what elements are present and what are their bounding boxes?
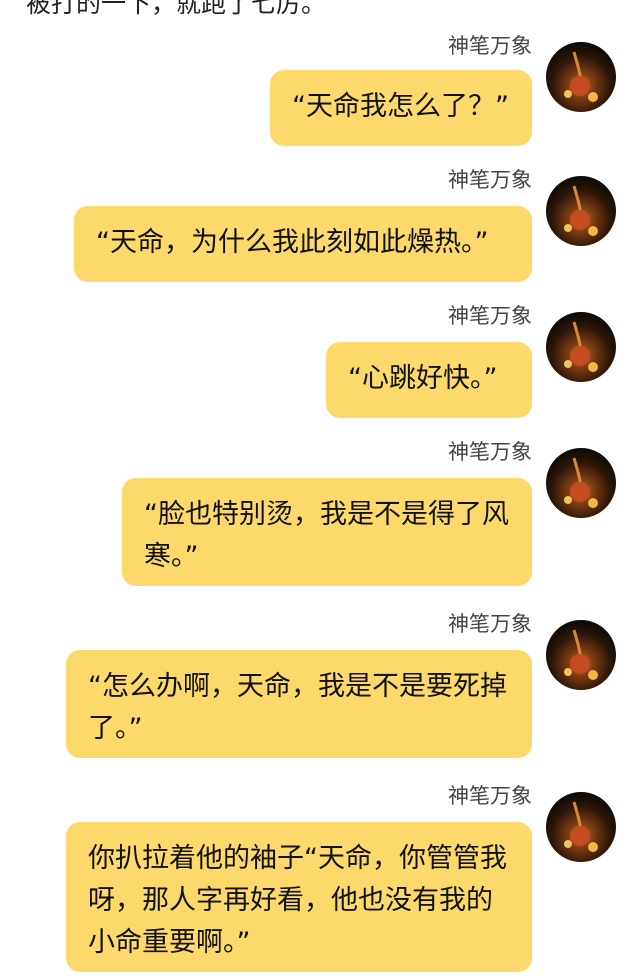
- sender-name: 神笔万象: [448, 440, 532, 464]
- avatar-icon[interactable]: [546, 620, 616, 690]
- message-text: “天命我怎么了？”: [292, 91, 509, 122]
- chat-bubble: “天命，为什么我此刻如此燥热。”: [74, 206, 532, 282]
- message-text: “脸也特别烫，我是不是得了风寒。”: [144, 499, 509, 572]
- chat-bubble: 你扒拉着他的袖子“天命，你管管我呀，那人字再好看，他也没有我的小命重要啊。”: [66, 822, 532, 972]
- avatar-icon[interactable]: [546, 448, 616, 518]
- chat-bubble: “心跳好快。”: [326, 342, 532, 418]
- avatar-icon[interactable]: [546, 792, 616, 862]
- sender-name: 神笔万象: [448, 612, 532, 636]
- avatar-icon[interactable]: [546, 312, 616, 382]
- chat-bubble: “脸也特别烫，我是不是得了风寒。”: [122, 478, 532, 586]
- sender-name: 神笔万象: [448, 784, 532, 808]
- message-text: “心跳好快。”: [348, 363, 498, 394]
- sender-name: 神笔万象: [448, 168, 532, 192]
- message-text: “怎么办啊，天命，我是不是要死掉了。”: [88, 671, 507, 744]
- previous-message-fragment: 被打的一下，就跑了七厉。: [26, 0, 327, 18]
- sender-name: 神笔万象: [448, 34, 532, 58]
- chat-bubble: “怎么办啊，天命，我是不是要死掉了。”: [66, 650, 532, 758]
- message-text: “天命，为什么我此刻如此燥热。”: [96, 227, 489, 258]
- avatar-icon[interactable]: [546, 42, 616, 112]
- sender-name: 神笔万象: [448, 304, 532, 328]
- message-text: 你扒拉着他的袖子“天命，你管管我呀，那人字再好看，他也没有我的小命重要啊。”: [88, 843, 507, 958]
- avatar-icon[interactable]: [546, 176, 616, 246]
- chat-bubble: “天命我怎么了？”: [270, 70, 532, 146]
